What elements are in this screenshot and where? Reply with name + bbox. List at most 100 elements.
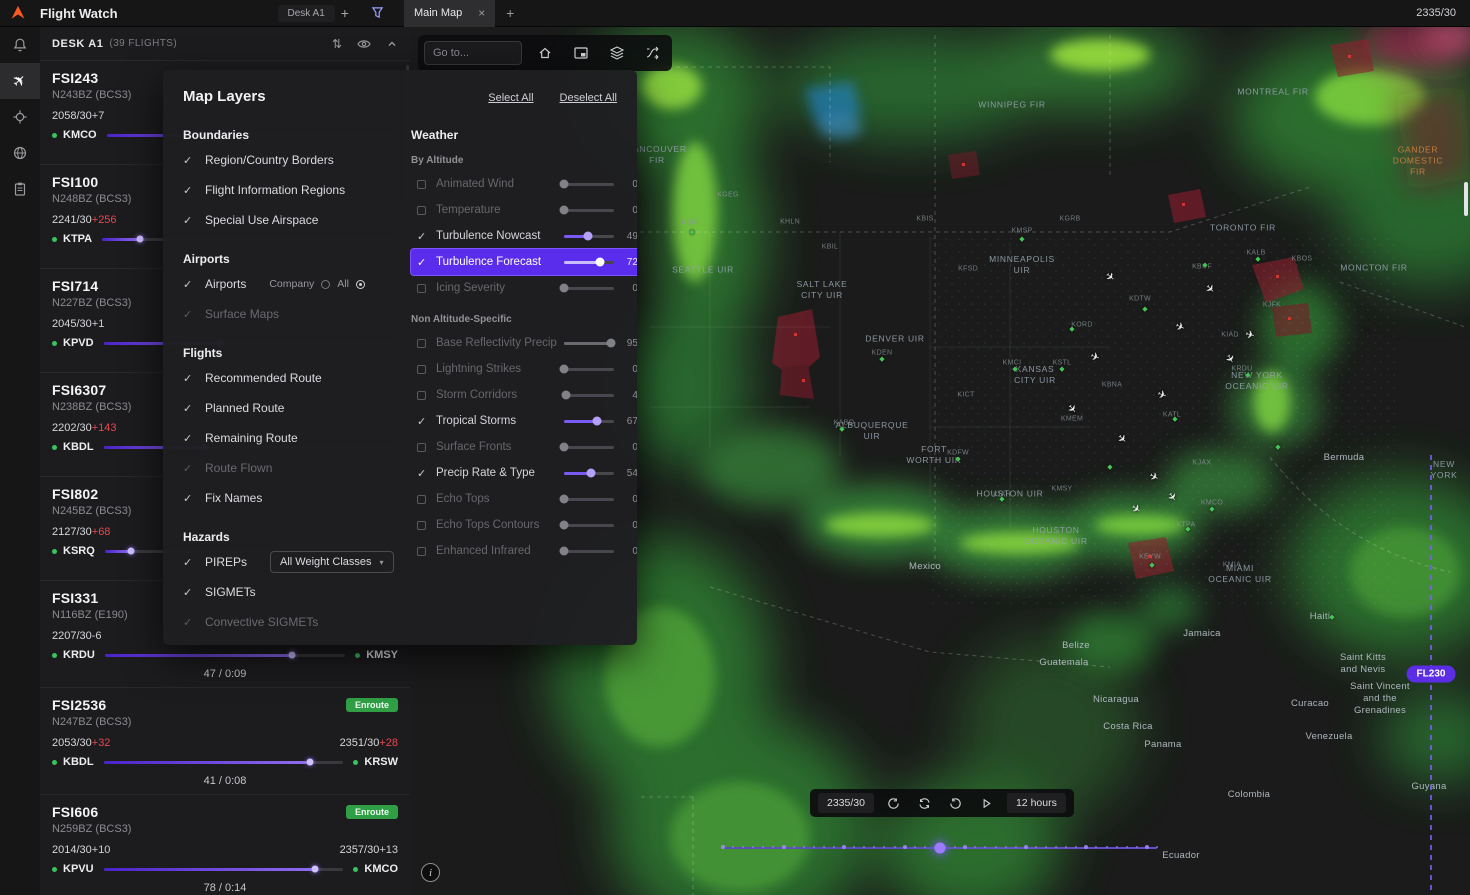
visibility-button[interactable] bbox=[357, 38, 371, 50]
weather-layer-row[interactable]: ✓ Turbulence Nowcast 49% bbox=[411, 223, 637, 249]
map-info-button[interactable]: i bbox=[421, 863, 440, 882]
layer-sigmets[interactable]: ✓ SIGMETs bbox=[183, 577, 411, 607]
airport-marker[interactable]: ◆ bbox=[689, 228, 694, 236]
pireps-filter-dropdown[interactable]: All Weight Classes ▾ bbox=[270, 551, 394, 573]
weather-layer-row[interactable]: ✓ Turbulence Forecast 72% bbox=[411, 249, 637, 275]
opacity-slider[interactable] bbox=[559, 546, 614, 556]
layer-region-borders[interactable]: ✓ Region/Country Borders bbox=[183, 145, 411, 175]
loop-button[interactable] bbox=[914, 792, 936, 814]
radio-all[interactable] bbox=[355, 279, 365, 289]
slider-knob[interactable] bbox=[606, 338, 616, 348]
slider-knob[interactable] bbox=[559, 283, 569, 293]
rail-tracking[interactable] bbox=[0, 99, 40, 135]
flight-level-badge[interactable]: FL230 bbox=[1406, 665, 1456, 683]
weather-layer-row[interactable]: ✓ Icing Severity 0% bbox=[411, 275, 637, 301]
home-view-button[interactable] bbox=[531, 41, 558, 65]
layer-airports[interactable]: ✓ Airports Company All bbox=[183, 269, 411, 299]
timeline-slider[interactable] bbox=[721, 839, 1158, 855]
slider-knob[interactable] bbox=[559, 205, 569, 215]
airport-marker[interactable]: ◆ bbox=[1019, 235, 1024, 243]
airport-marker[interactable]: ◆ bbox=[1069, 325, 1074, 333]
airport-marker[interactable]: ◆ bbox=[1142, 305, 1147, 313]
deselect-all-link[interactable]: Deselect All bbox=[560, 92, 617, 104]
weather-layer-row[interactable]: ✓ Precip Rate & Type 54% bbox=[411, 460, 637, 486]
flight-card[interactable]: FSI606 Enroute N259BZ (BCS3) 2014/30+10 … bbox=[40, 795, 410, 895]
goto-input[interactable] bbox=[424, 41, 522, 65]
checkbox[interactable] bbox=[417, 546, 426, 556]
airport-marker[interactable]: ◆ bbox=[1185, 525, 1190, 533]
rail-notifications[interactable] bbox=[0, 27, 40, 63]
add-button[interactable]: + bbox=[335, 6, 355, 20]
checkbox[interactable] bbox=[417, 520, 426, 530]
weather-layer-row[interactable]: ✓ Lightning Strikes 0% bbox=[411, 356, 637, 382]
weather-layer-row[interactable]: ✓ Temperature 0% bbox=[411, 197, 637, 223]
step-forward-button[interactable] bbox=[945, 792, 967, 814]
airport-marker[interactable]: ◆ bbox=[1329, 613, 1334, 621]
checkbox[interactable] bbox=[417, 205, 426, 215]
opacity-slider[interactable] bbox=[563, 468, 614, 478]
weather-layer-row[interactable]: ✓ Tropical Storms 67% bbox=[411, 408, 637, 434]
weather-layer-row[interactable]: ✓ Storm Corridors 4% bbox=[411, 382, 637, 408]
slider-knob[interactable] bbox=[559, 546, 569, 556]
flight-card[interactable]: FSI2536 Enroute N247BZ (BCS3) 2053/30+32… bbox=[40, 688, 410, 795]
rail-reports[interactable] bbox=[0, 171, 40, 207]
slider-knob[interactable] bbox=[559, 494, 569, 504]
layer-sua[interactable]: ✓ Special Use Airspace bbox=[183, 205, 411, 235]
checkbox[interactable] bbox=[417, 494, 426, 504]
layer-remaining-route[interactable]: ✓ Remaining Route bbox=[183, 423, 411, 453]
opacity-slider[interactable] bbox=[559, 179, 614, 189]
layer-route-flown[interactable]: ✓ Route Flown bbox=[183, 453, 411, 483]
minimap-button[interactable] bbox=[567, 41, 594, 65]
new-tab-button[interactable]: + bbox=[495, 0, 525, 27]
airport-marker[interactable]: ◆ bbox=[1149, 561, 1154, 569]
weather-layer-row[interactable]: ✓ Surface Fronts 0% bbox=[411, 434, 637, 460]
opacity-slider[interactable] bbox=[561, 390, 614, 400]
opacity-slider[interactable] bbox=[563, 257, 614, 267]
weather-layer-row[interactable]: ✓ Echo Tops 0% bbox=[411, 486, 637, 512]
airport-marker[interactable]: ◆ bbox=[1012, 365, 1017, 373]
airport-marker[interactable]: ◆ bbox=[1275, 443, 1280, 451]
opacity-slider[interactable] bbox=[559, 494, 614, 504]
airport-marker[interactable]: ◆ bbox=[1255, 255, 1260, 263]
layer-fir[interactable]: ✓ Flight Information Regions bbox=[183, 175, 411, 205]
timeline-knob[interactable] bbox=[934, 842, 946, 854]
slider-knob[interactable] bbox=[559, 364, 569, 374]
weather-layer-row[interactable]: ✓ Animated Wind 0% bbox=[411, 171, 637, 197]
slider-knob[interactable] bbox=[561, 390, 571, 400]
rail-globe[interactable] bbox=[0, 135, 40, 171]
layer-convective-sigmets[interactable]: ✓ Convective SIGMETs bbox=[183, 607, 411, 637]
opacity-slider[interactable] bbox=[559, 364, 614, 374]
checkbox[interactable] bbox=[417, 442, 426, 452]
route-tools-button[interactable] bbox=[639, 41, 666, 65]
airport-marker[interactable]: ◆ bbox=[999, 495, 1004, 503]
opacity-slider[interactable] bbox=[563, 338, 616, 348]
slider-knob[interactable] bbox=[559, 442, 569, 452]
weather-layer-row[interactable]: ✓ Enhanced Infrared 0% bbox=[411, 538, 637, 564]
layer-surface-maps[interactable]: ✓ Surface Maps bbox=[183, 299, 411, 329]
map-layers-button[interactable] bbox=[603, 41, 630, 65]
opacity-slider[interactable] bbox=[559, 205, 614, 215]
opacity-slider[interactable] bbox=[559, 283, 614, 293]
play-button[interactable] bbox=[976, 792, 998, 814]
layer-pireps[interactable]: ✓ PIREPs All Weight Classes ▾ bbox=[183, 547, 411, 577]
weather-layer-row[interactable]: ✓ Base Reflectivity Precip 95% bbox=[411, 330, 637, 356]
select-all-link[interactable]: Select All bbox=[488, 92, 533, 104]
sort-button[interactable]: ⇅ bbox=[332, 37, 342, 51]
tab-main-map[interactable]: Main Map × bbox=[403, 0, 496, 27]
rail-flights[interactable]: ✈ bbox=[0, 63, 40, 99]
opacity-slider[interactable] bbox=[559, 520, 614, 530]
slider-knob[interactable] bbox=[592, 416, 602, 426]
checkbox[interactable] bbox=[417, 338, 426, 348]
slider-knob[interactable] bbox=[583, 231, 593, 241]
opacity-slider[interactable] bbox=[563, 416, 614, 426]
opacity-slider[interactable] bbox=[563, 231, 614, 241]
airport-marker[interactable]: ◆ bbox=[1202, 261, 1207, 269]
checkbox[interactable] bbox=[417, 390, 426, 400]
airport-marker[interactable]: ◆ bbox=[879, 355, 884, 363]
map-scrollbar[interactable] bbox=[1464, 182, 1468, 216]
slider-knob[interactable] bbox=[595, 257, 605, 267]
step-back-button[interactable] bbox=[883, 792, 905, 814]
checkbox[interactable] bbox=[417, 179, 426, 189]
airport-marker[interactable]: ◆ bbox=[1209, 505, 1214, 513]
weather-layer-row[interactable]: ✓ Echo Tops Contours 0% bbox=[411, 512, 637, 538]
